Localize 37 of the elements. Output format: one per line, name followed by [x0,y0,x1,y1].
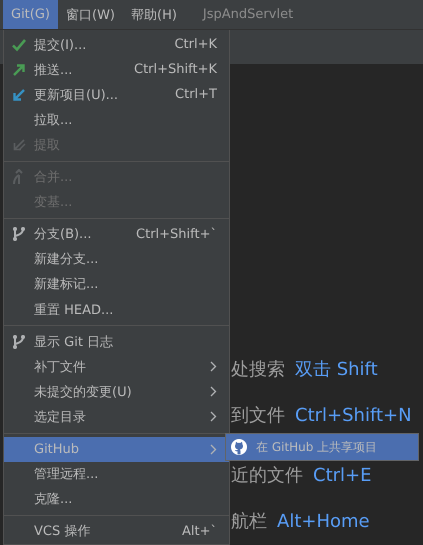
shortcut-text: Ctrl+K [174,37,217,52]
branch-icon [11,334,27,350]
menu-item[interactable]: 更新项目(U)... Ctrl+T [4,82,229,108]
menu-item[interactable]: 克隆... [4,486,229,512]
menu-item[interactable]: 拉取... [4,107,229,132]
hint-label: 处搜索 [231,358,285,382]
shortcut-text: Alt+` [182,524,217,539]
arrow-down-left-icon [11,86,27,103]
shortcut-text: Ctrl+Shift+N [295,404,412,428]
shortcut-text: Ctrl+E [313,464,372,488]
menu-item[interactable]: 管理远程... [4,462,229,487]
menu-item[interactable]: VCS 操作 Alt+` [4,518,229,544]
arrow-down-left-icon [11,136,27,153]
menu-item[interactable]: 重置 HEAD... [4,297,229,322]
shortcut-text: Ctrl+Shift+K [134,62,217,78]
arrow-up-right-icon [11,62,27,78]
menu-item[interactable]: 新建分支... [4,246,229,272]
shortcut-text: Ctrl+Shift+` [136,226,217,242]
shortcut-text: 双击 Shift [295,358,378,382]
hint-label: 到文件 [231,404,285,428]
branch-icon [11,226,27,242]
menu-item[interactable]: 推送... Ctrl+Shift+K [4,57,229,82]
github-icon [230,438,248,456]
shortcut-text: Ctrl+T [175,87,217,102]
check-icon [11,36,27,53]
shortcut-text: Alt+Home [277,510,370,534]
project-title: JspAndServlet [202,6,294,24]
hint-label: 近的文件 [231,464,303,488]
menu-item[interactable]: 显示 Git 日志 [4,329,229,354]
menu-bar-item[interactable]: 帮助(H) [123,0,185,29]
hint-label: 航栏 [231,510,267,534]
menu-item[interactable]: 分支(B)... Ctrl+Shift+` [4,222,229,247]
menu-item[interactable]: 未提交的变更(U) [4,379,229,404]
menu-item[interactable]: 补丁文件 [4,354,229,380]
menu-item[interactable]: 新建标记... [4,272,229,298]
menu-bar-item[interactable]: 窗口(W) [58,0,123,29]
menu-item[interactable]: 选定目录 [4,404,229,430]
